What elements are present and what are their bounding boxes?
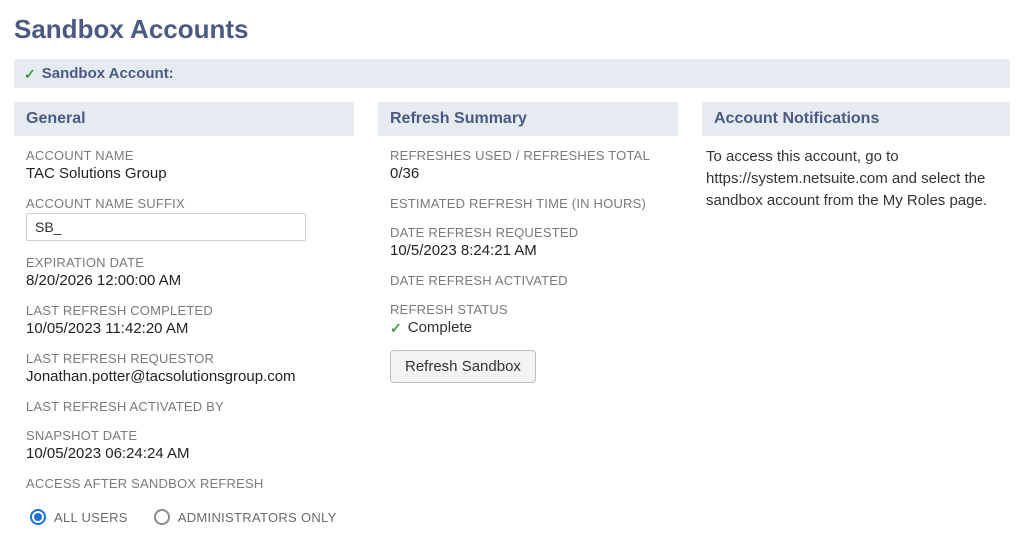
radio-icon — [154, 509, 170, 525]
refresh-status-label: REFRESH STATUS — [390, 302, 672, 317]
refresh-status-value: Complete — [408, 319, 472, 336]
radio-all-users-label: ALL USERS — [54, 510, 128, 525]
snapshot-label: SNAPSHOT DATE — [26, 428, 348, 443]
account-suffix-input[interactable] — [26, 213, 306, 241]
check-icon: ✓ — [24, 67, 36, 81]
access-after-label: ACCESS AFTER SANDBOX REFRESH — [26, 476, 348, 491]
refresh-header: Refresh Summary — [378, 102, 678, 136]
radio-all-users[interactable]: ALL USERS — [30, 509, 128, 525]
last-refresh-completed-label: LAST REFRESH COMPLETED — [26, 303, 348, 318]
radio-admins-only-label: ADMINISTRATORS ONLY — [178, 510, 337, 525]
date-requested-label: DATE REFRESH REQUESTED — [390, 225, 672, 240]
radio-icon — [30, 509, 46, 525]
sandbox-account-banner: ✓ Sandbox Account: — [14, 59, 1010, 88]
notifications-panel: Account Notifications To access this acc… — [702, 102, 1010, 531]
expiration-value: 8/20/2026 12:00:00 AM — [26, 272, 348, 289]
access-radio-group: ALL USERS ADMINISTRATORS ONLY — [26, 509, 348, 525]
account-suffix-label: ACCOUNT NAME SUFFIX — [26, 196, 348, 211]
refreshes-used-label: REFRESHES USED / REFRESHES TOTAL — [390, 148, 672, 163]
page-title: Sandbox Accounts — [14, 14, 1014, 45]
last-refresh-requestor-label: LAST REFRESH REQUESTOR — [26, 351, 348, 366]
notifications-text: To access this account, go to https://sy… — [702, 136, 1010, 215]
check-icon: ✓ — [390, 321, 402, 335]
last-refresh-activated-by-label: LAST REFRESH ACTIVATED BY — [26, 399, 348, 414]
general-header: General — [14, 102, 354, 136]
estimated-time-label: ESTIMATED REFRESH TIME (IN HOURS) — [390, 196, 672, 211]
expiration-label: EXPIRATION DATE — [26, 255, 348, 270]
snapshot-value: 10/05/2023 06:24:24 AM — [26, 445, 348, 462]
radio-admins-only[interactable]: ADMINISTRATORS ONLY — [154, 509, 337, 525]
account-name-label: ACCOUNT NAME — [26, 148, 348, 163]
general-panel: General ACCOUNT NAME TAC Solutions Group… — [14, 102, 354, 531]
last-refresh-completed-value: 10/05/2023 11:42:20 AM — [26, 320, 348, 337]
last-refresh-requestor-value: Jonathan.potter@tacsolutionsgroup.com — [26, 368, 348, 385]
refreshes-used-value: 0/36 — [390, 165, 672, 182]
date-requested-value: 10/5/2023 8:24:21 AM — [390, 242, 672, 259]
refresh-panel: Refresh Summary REFRESHES USED / REFRESH… — [378, 102, 678, 531]
banner-label: Sandbox Account: — [42, 65, 174, 82]
notifications-header: Account Notifications — [702, 102, 1010, 136]
account-name-value: TAC Solutions Group — [26, 165, 348, 182]
date-activated-label: DATE REFRESH ACTIVATED — [390, 273, 672, 288]
refresh-sandbox-button[interactable]: Refresh Sandbox — [390, 350, 536, 383]
